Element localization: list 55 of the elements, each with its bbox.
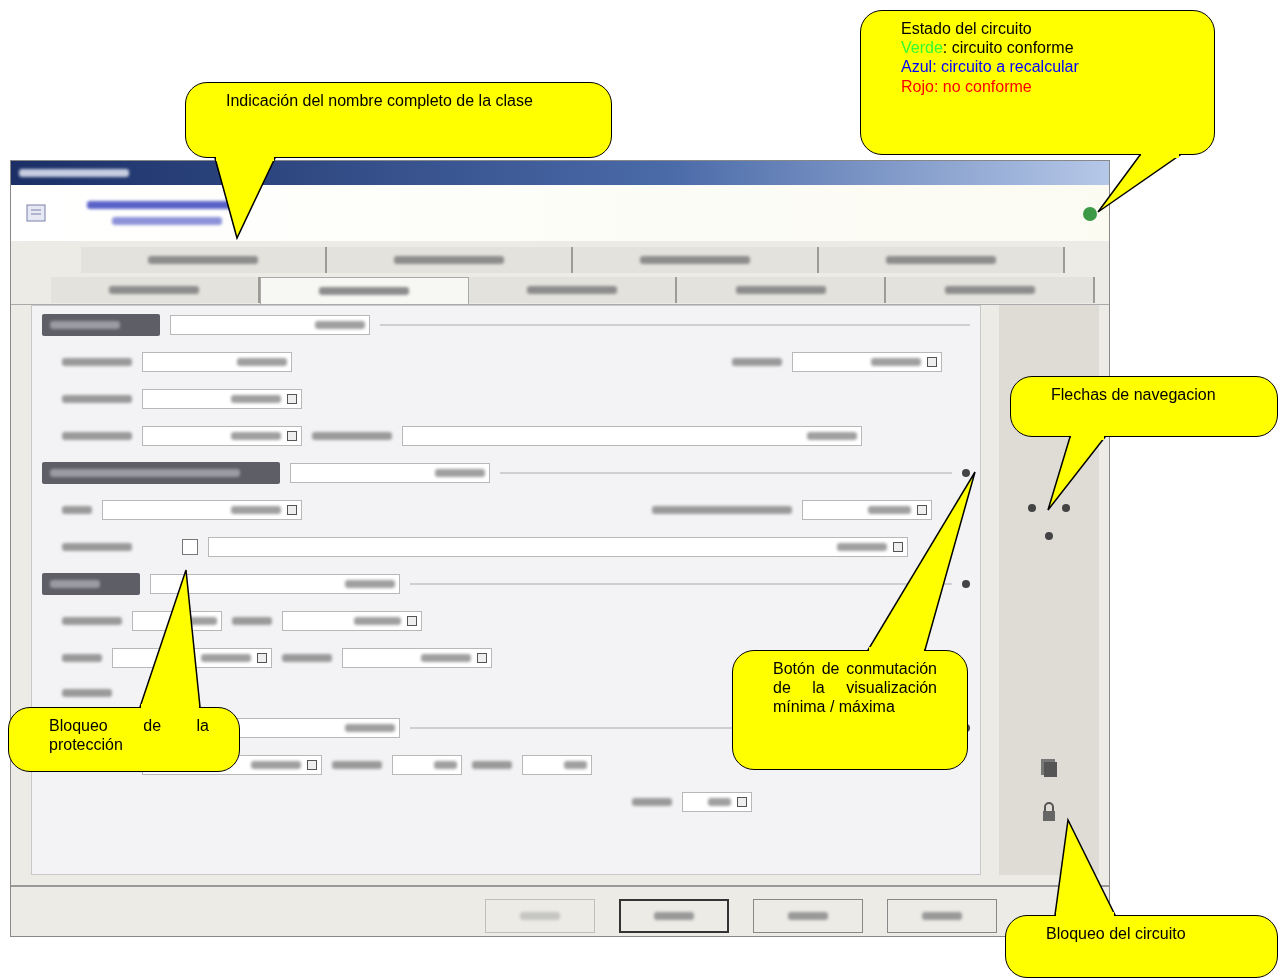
dropdown-field[interactable]	[342, 648, 492, 668]
callout-text: Indicación del nombre completo de la clase	[226, 91, 534, 111]
callout-text: Bloqueo de la protección	[49, 716, 209, 755]
dropdown-field[interactable]	[282, 611, 422, 631]
callout-text: Bloqueo del circuito	[1046, 924, 1187, 944]
stack-icon[interactable]	[1039, 757, 1059, 779]
dropdown-field[interactable]	[142, 389, 302, 409]
tab[interactable]	[886, 277, 1095, 303]
toggle-view-button[interactable]	[962, 580, 970, 588]
input-field[interactable]	[402, 426, 862, 446]
lock-icon[interactable]	[1041, 801, 1057, 823]
callout-title: Estado del circuito	[901, 19, 1033, 39]
callout-text: Flechas de navegacion	[1051, 385, 1217, 405]
legend-line: Verde: circuito conforme	[901, 38, 1075, 58]
dropdown-field[interactable]	[792, 352, 942, 372]
dialog-button[interactable]	[619, 899, 729, 933]
dropdown-field[interactable]	[142, 426, 302, 446]
tab[interactable]	[81, 247, 327, 273]
blurred-label	[332, 761, 382, 769]
tab[interactable]	[327, 247, 573, 273]
input-field[interactable]	[522, 755, 592, 775]
blurred-label	[62, 654, 102, 662]
input-field[interactable]	[392, 755, 462, 775]
input-field[interactable]	[170, 315, 370, 335]
blurred-label	[232, 617, 272, 625]
blurred-label	[282, 654, 332, 662]
input-field[interactable]	[290, 463, 490, 483]
input-field[interactable]	[150, 574, 400, 594]
blurred-label	[62, 358, 132, 366]
tab[interactable]	[677, 277, 887, 303]
blurred-label	[472, 761, 512, 769]
dropdown-field[interactable]	[102, 500, 302, 520]
tab[interactable]	[259, 277, 469, 304]
blurred-label	[732, 358, 782, 366]
legend-line: Azul: circuito a recalcular	[901, 57, 1080, 77]
tab[interactable]	[819, 247, 1065, 273]
blurred-label	[62, 432, 132, 440]
blurred-label	[62, 689, 112, 697]
blurred-label	[62, 506, 92, 514]
blurred-label	[62, 543, 132, 551]
blurred-label	[62, 617, 122, 625]
tab[interactable]	[51, 277, 260, 303]
dropdown-field[interactable]	[802, 500, 932, 520]
callout-text: Botón de conmutación de la visualización mínima / máxima	[773, 659, 937, 717]
blurred-label	[62, 395, 132, 403]
dropdown-field[interactable]	[208, 537, 908, 557]
protection-lock-checkbox[interactable]	[182, 539, 198, 555]
tab[interactable]	[573, 247, 819, 273]
app-icon	[25, 202, 47, 224]
dropdown-field[interactable]	[682, 792, 752, 812]
tab[interactable]	[468, 277, 678, 303]
input-field[interactable]	[142, 352, 292, 372]
blurred-label	[632, 798, 672, 806]
toggle-view-button[interactable]	[962, 469, 970, 477]
legend-line: Rojo: no conforme	[901, 76, 1033, 96]
